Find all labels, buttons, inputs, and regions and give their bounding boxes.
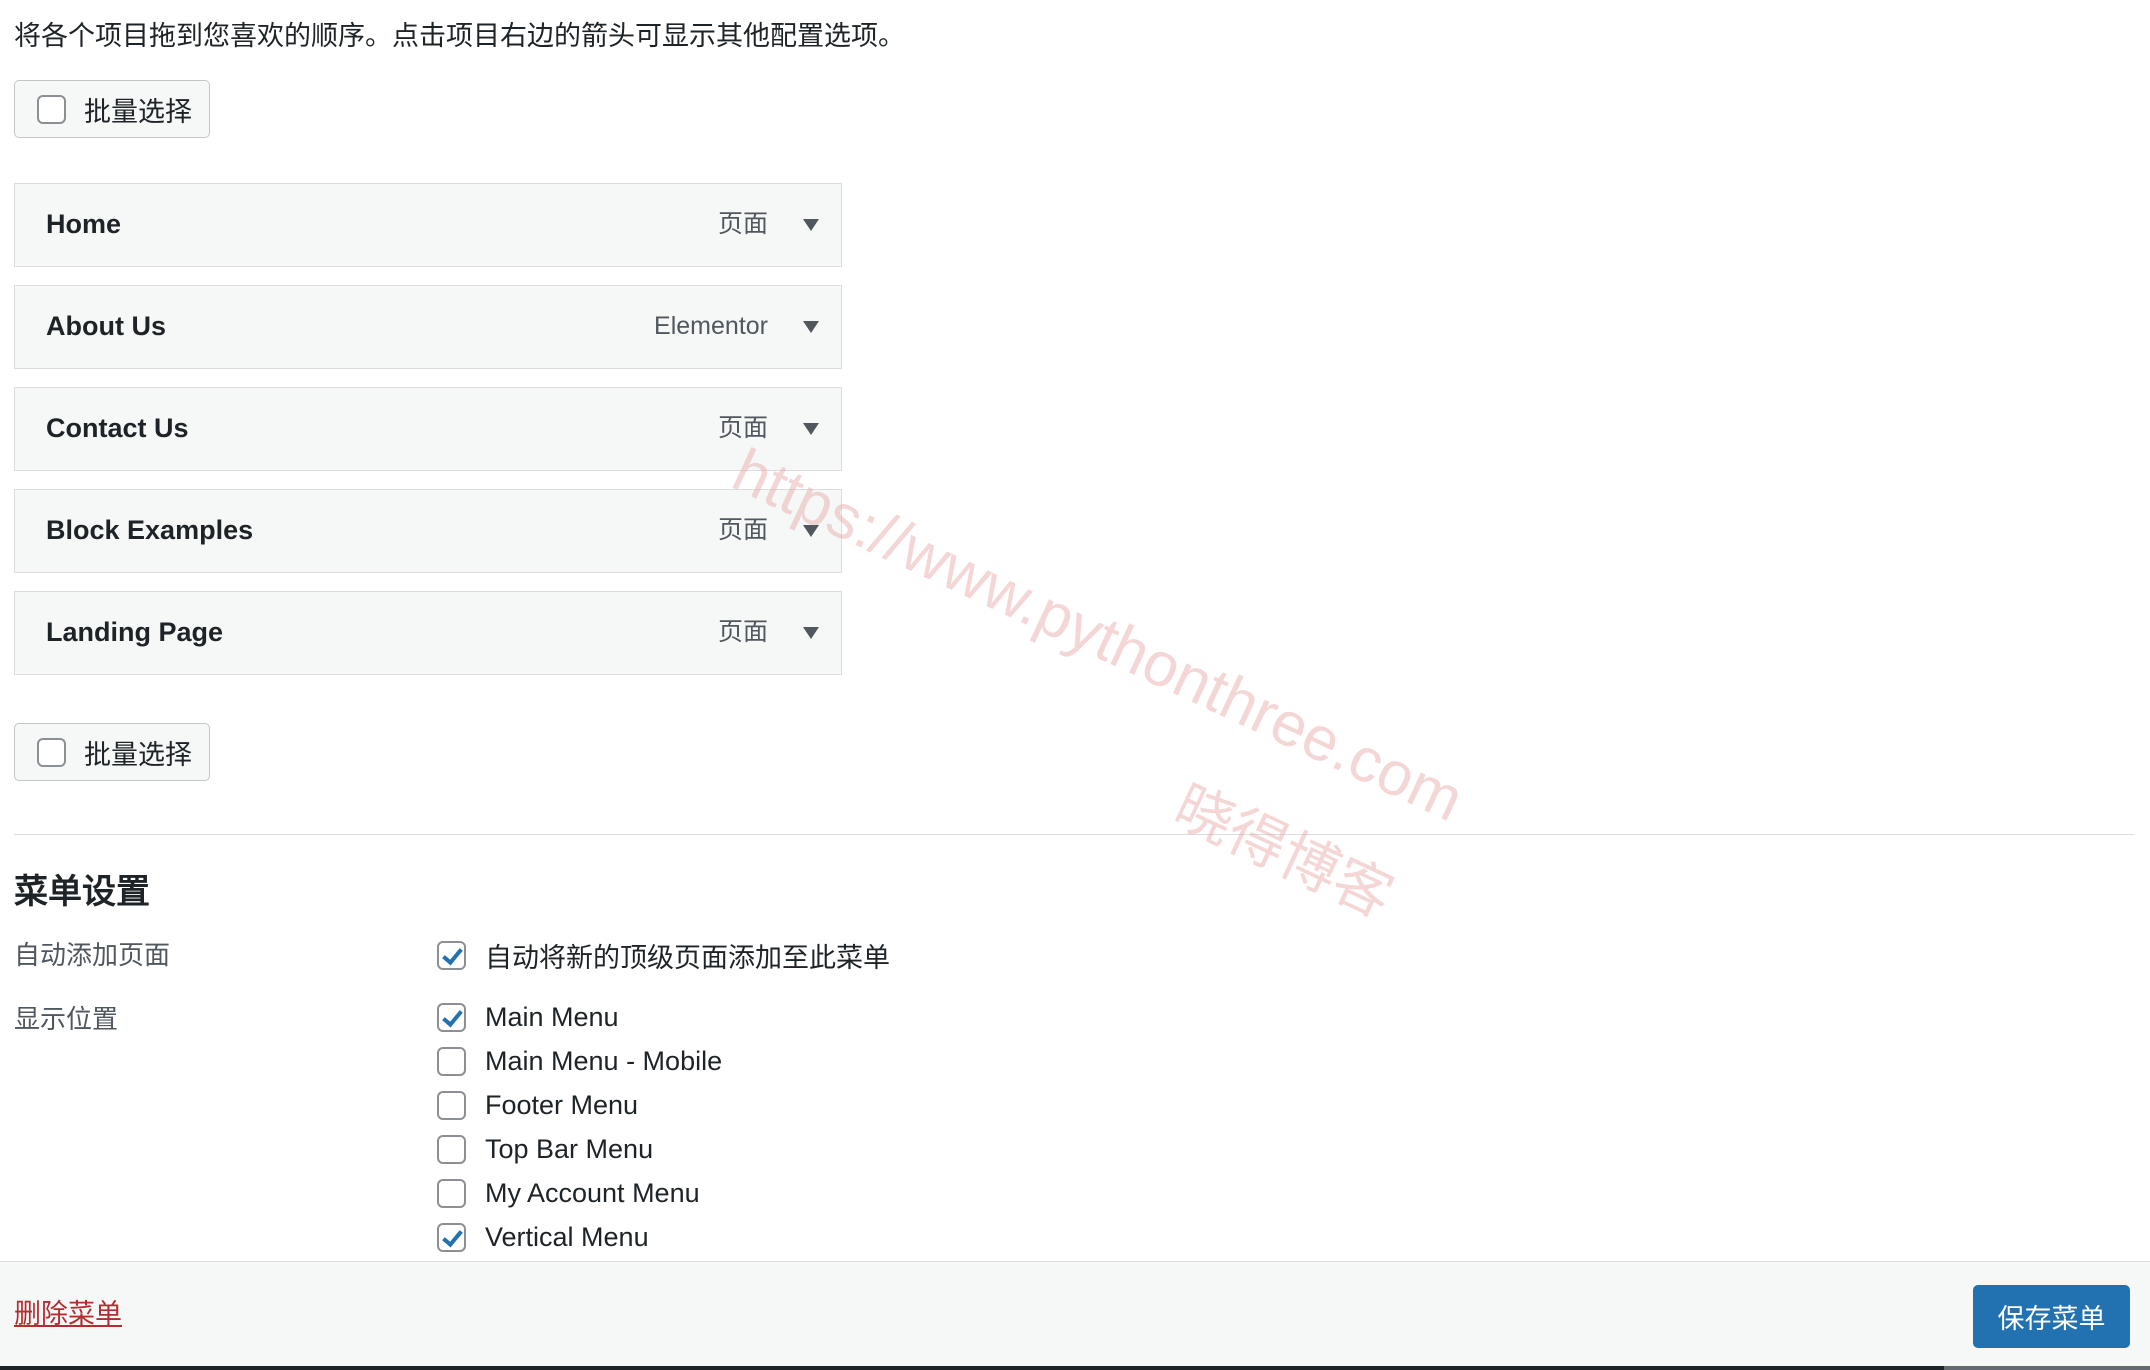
location-my-account-menu[interactable]: My Account Menu [437,1178,700,1209]
watermark-name: 晓得博客 [1164,773,1403,931]
bulk-select-label: 批量选择 [84,739,192,770]
location-main-menu[interactable]: Main Menu [437,1002,619,1033]
menu-footer-bar: 删除菜单 保存菜单 [0,1261,2150,1370]
instructions-text: 将各个项目拖到您喜欢的顺序。点击项目右边的箭头可显示其他配置选项。 [14,21,905,51]
menu-item-title: Contact Us [46,413,189,443]
location-checkbox[interactable] [437,1223,466,1252]
menu-item-type: 页面 [717,618,768,646]
location-top-bar-menu[interactable]: Top Bar Menu [437,1134,653,1165]
menu-item-type: 页面 [717,516,768,544]
bottom-edge-right [1944,1366,2150,1370]
menu-item-title: About Us [46,311,166,341]
location-footer-menu[interactable]: Footer Menu [437,1090,638,1121]
save-menu-button[interactable]: 保存菜单 [1973,1285,2130,1348]
location-label: Footer Menu [485,1090,639,1120]
bulk-select-top[interactable]: 批量选择 [14,80,210,138]
section-divider [14,834,2134,835]
menu-item-type: Elementor [654,312,768,340]
auto-add-text: 自动将新的顶级页面添加至此菜单 [485,943,890,973]
menu-item-title: Home [46,209,122,239]
location-label: Vertical Menu [485,1222,649,1252]
auto-add-option[interactable]: 自动将新的顶级页面添加至此菜单 [437,936,890,975]
menu-item-contact-us[interactable]: Contact Us 页面 [14,387,842,471]
bulk-select-checkbox[interactable] [37,737,66,767]
location-label: Main Menu - Mobile [485,1046,723,1076]
auto-add-label: 自动添加页面 [14,940,171,970]
menu-item-type: 页面 [717,210,768,238]
location-checkbox[interactable] [437,1135,466,1164]
expand-arrow-icon[interactable] [803,423,819,435]
location-label: Main Menu [485,1002,619,1032]
menu-item-about-us[interactable]: About Us Elementor [14,285,842,369]
menu-item-landing-page[interactable]: Landing Page 页面 [14,591,842,675]
location-checkbox[interactable] [437,1179,466,1208]
location-checkbox[interactable] [437,1003,466,1032]
delete-menu-link[interactable]: 删除菜单 [14,1292,122,1331]
expand-arrow-icon[interactable] [803,525,819,537]
location-label: My Account Menu [485,1178,700,1208]
location-main-menu-mobile[interactable]: Main Menu - Mobile [437,1046,722,1077]
menu-item-title: Landing Page [46,617,224,647]
auto-add-checkbox[interactable] [437,941,466,970]
bulk-select-label: 批量选择 [84,96,192,127]
menu-settings-title: 菜单设置 [14,873,150,911]
expand-arrow-icon[interactable] [803,321,819,333]
location-vertical-menu[interactable]: Vertical Menu [437,1222,649,1253]
expand-arrow-icon[interactable] [803,219,819,231]
menu-item-title: Block Examples [46,515,254,545]
expand-arrow-icon[interactable] [803,627,819,639]
location-label: Top Bar Menu [485,1134,654,1164]
menu-item-home[interactable]: Home 页面 [14,183,842,267]
location-checkbox[interactable] [437,1047,466,1076]
menu-item-block-examples[interactable]: Block Examples 页面 [14,489,842,573]
bottom-edge [0,1366,1944,1370]
menu-item-type: 页面 [717,414,768,442]
bulk-select-checkbox[interactable] [37,94,66,124]
bulk-select-bottom[interactable]: 批量选择 [14,723,210,781]
display-location-label: 显示位置 [14,1004,119,1034]
location-checkbox[interactable] [437,1091,466,1120]
